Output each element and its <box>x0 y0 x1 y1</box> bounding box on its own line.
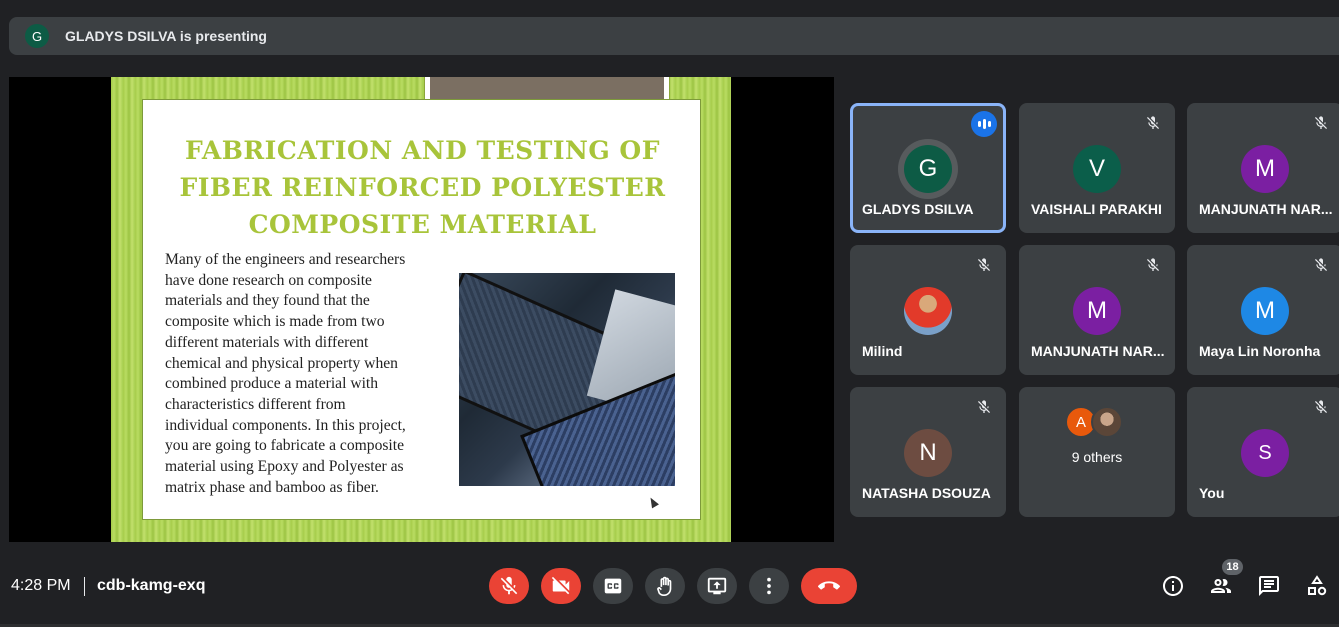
participant-name: NATASHA DSOUZA <box>862 485 991 501</box>
participant-tile[interactable]: Milind <box>850 245 1006 375</box>
avatar: M <box>1241 287 1289 335</box>
people-count-badge: 18 <box>1222 559 1243 575</box>
others-tile[interactable]: A 9 others <box>1019 387 1175 517</box>
avatar: M <box>1241 145 1289 193</box>
participant-name: Maya Lin Noronha <box>1199 343 1321 359</box>
participant-name: MANJUNATH NAR... <box>1199 201 1333 217</box>
mic-off-icon <box>978 258 990 271</box>
meeting-code: cdb-kamg-exq <box>97 577 206 594</box>
participant-name: Milind <box>862 343 903 359</box>
others-avatar-stack: A <box>1061 406 1133 438</box>
speaking-indicator-icon <box>971 111 997 137</box>
participant-tile[interactable]: M Maya Lin Noronha <box>1187 245 1339 375</box>
participant-tile[interactable]: M MANJUNATH NAR... <box>1019 245 1175 375</box>
participant-name: VAISHALI PARAKHI <box>1031 201 1162 217</box>
mic-off-icon <box>1147 258 1159 271</box>
presenting-text: GLADYS DSILVA is presenting <box>65 28 267 44</box>
camera-off-icon <box>551 576 570 595</box>
slide-body-text: Many of the engineers and researchers ha… <box>165 251 406 496</box>
people-icon <box>1211 579 1231 593</box>
camera-toggle-button[interactable] <box>541 568 581 604</box>
avatar: V <box>1073 145 1121 193</box>
present-button[interactable] <box>697 568 737 604</box>
more-options-icon <box>767 577 771 595</box>
avatar-photo <box>1091 406 1123 438</box>
mic-off-icon <box>500 576 518 595</box>
present-icon <box>707 577 727 595</box>
slide-title: FABRICATION AND TESTING OF FIBER REINFOR… <box>179 136 666 239</box>
participant-tile[interactable]: V VAISHALI PARAKHI <box>1019 103 1175 233</box>
avatar: N <box>904 429 952 477</box>
mic-off-icon <box>1147 116 1159 129</box>
raise-hand-icon <box>657 576 672 596</box>
presenter-avatar: G <box>25 24 49 48</box>
mic-off-icon <box>1315 400 1327 413</box>
meet-window: G GLADYS DSILVA is presenting FABRICATIO… <box>0 0 1339 627</box>
mic-off-icon <box>978 400 990 413</box>
chat-icon <box>1259 576 1279 596</box>
presenting-banner: G GLADYS DSILVA is presenting <box>9 17 1339 55</box>
meeting-time: 4:28 PM <box>11 577 71 594</box>
people-button[interactable] <box>1208 573 1234 599</box>
avatar-photo <box>904 287 952 335</box>
avatar: S <box>1241 429 1289 477</box>
avatar: M <box>1073 287 1121 335</box>
bottom-toolbar: 4:28 PM cdb-kamg-exq <box>0 548 1339 627</box>
captions-icon <box>604 578 622 594</box>
slide: FABRICATION AND TESTING OF FIBER REINFOR… <box>111 77 731 542</box>
others-count-label: 9 others <box>1071 449 1123 465</box>
avatar: G <box>904 145 952 193</box>
participant-tile[interactable]: G GLADYS DSILVA <box>850 103 1006 233</box>
raise-hand-button[interactable] <box>645 568 685 604</box>
meeting-info-button[interactable] <box>1160 573 1186 599</box>
participant-tile[interactable]: N NATASHA DSOUZA <box>850 387 1006 517</box>
activities-icon <box>1308 575 1327 596</box>
participant-tile[interactable]: M MANJUNATH NAR... <box>1187 103 1339 233</box>
leave-call-button[interactable] <box>801 568 857 604</box>
mic-off-icon <box>1315 116 1327 129</box>
slide-content-panel: FABRICATION AND TESTING OF FIBER REINFOR… <box>142 99 701 520</box>
more-options-button[interactable] <box>749 568 789 604</box>
participant-tile-self[interactable]: S You <box>1187 387 1339 517</box>
activities-button[interactable] <box>1304 573 1330 599</box>
mic-toggle-button[interactable] <box>489 568 529 604</box>
divider <box>84 577 85 596</box>
info-icon <box>1163 576 1183 596</box>
end-call-icon <box>818 581 840 590</box>
participant-name: GLADYS DSILVA <box>862 201 974 217</box>
participant-name: MANJUNATH NAR... <box>1031 343 1165 359</box>
mic-off-icon <box>1315 258 1327 271</box>
presentation-stage[interactable]: FABRICATION AND TESTING OF FIBER REINFOR… <box>9 77 834 542</box>
captions-button[interactable] <box>593 568 633 604</box>
chat-button[interactable] <box>1256 573 1282 599</box>
composite-material-image <box>459 273 675 486</box>
participant-name: You <box>1199 485 1225 501</box>
